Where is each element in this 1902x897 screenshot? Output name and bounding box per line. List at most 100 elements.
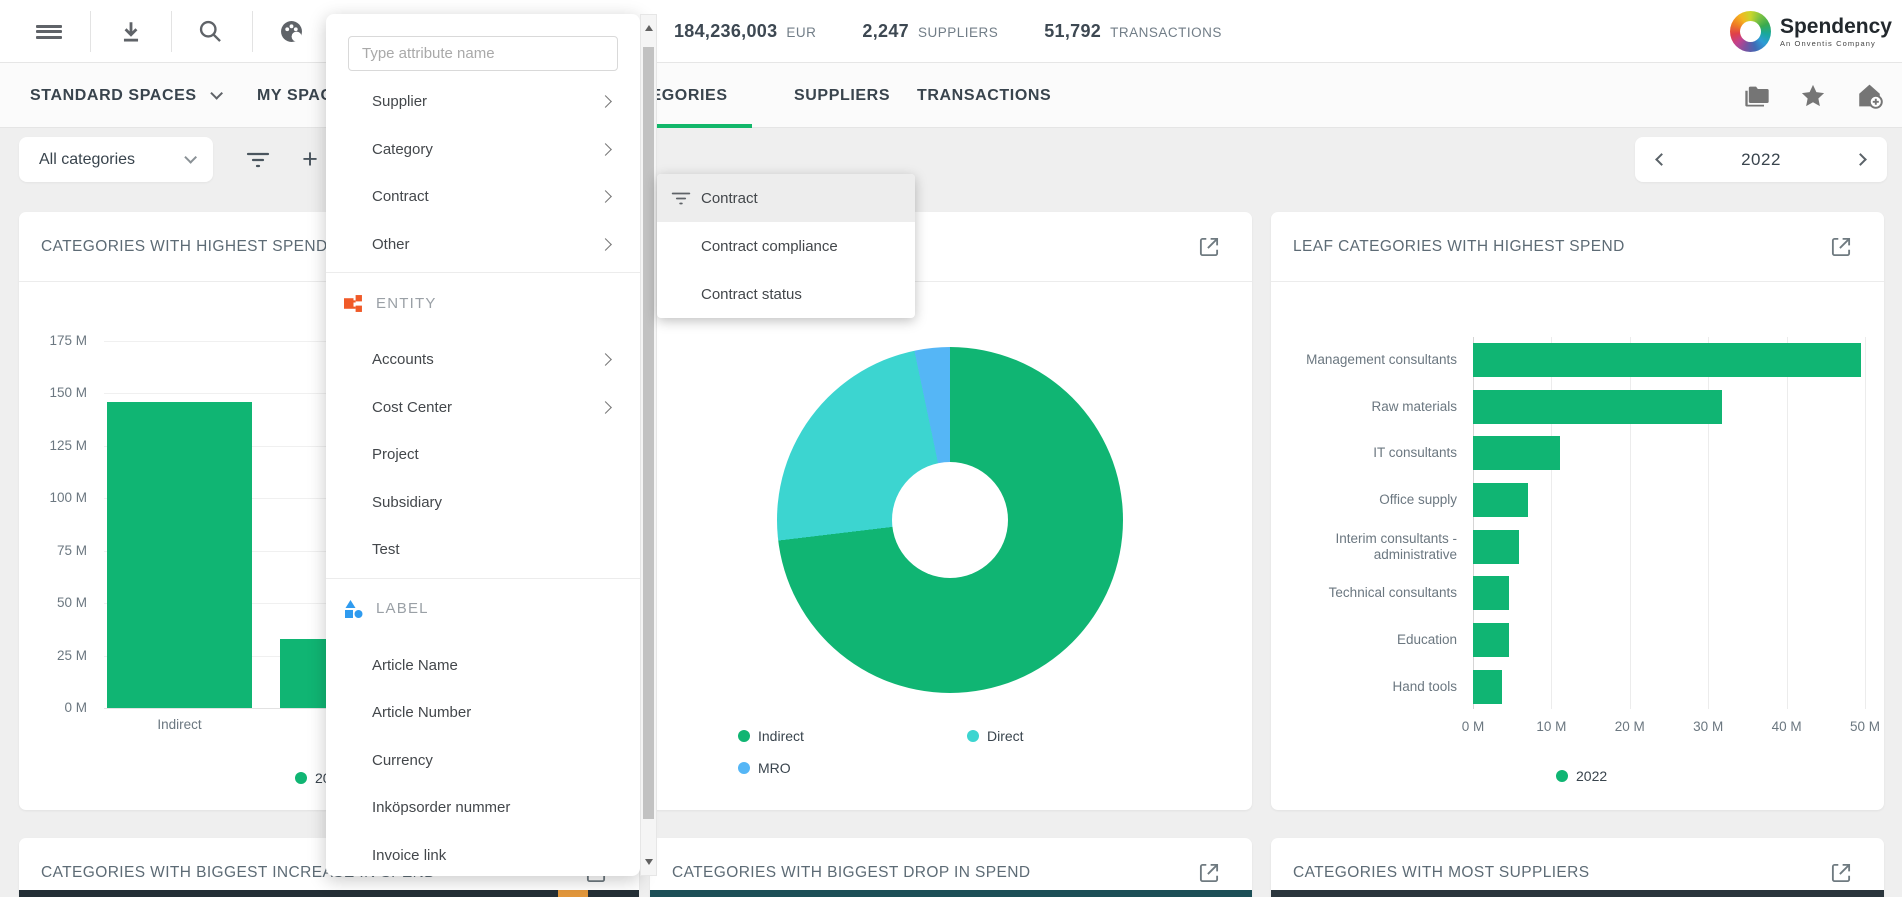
attribute-dropdown-panel: Supplier Category Contract Other ENTITY Acc… — [326, 14, 640, 876]
category-select-value: All categories — [39, 151, 135, 169]
search-icon[interactable] — [188, 0, 232, 63]
open-in-new-icon[interactable] — [1828, 860, 1854, 886]
bar-education — [1473, 623, 1509, 657]
menu-item-contract[interactable]: Contract — [326, 173, 640, 221]
menu-item-label: Subsidiary — [372, 494, 616, 511]
scrollbar-thumb[interactable] — [643, 47, 654, 819]
x-tick-label: 40 M — [1752, 719, 1822, 734]
chart-peek-strip — [19, 890, 639, 897]
standard-spaces-dropdown[interactable]: STANDARD SPACES — [30, 63, 219, 128]
palette-icon — [278, 18, 305, 45]
download-icon — [118, 19, 144, 45]
legend-dot — [738, 762, 750, 774]
menu-item-label: Contract — [372, 188, 601, 205]
menu-item-label: Accounts — [372, 351, 601, 368]
home-add-icon[interactable] — [1855, 81, 1884, 110]
hamburger-menu-icon[interactable] — [27, 0, 71, 63]
submenu-item-contract[interactable]: Contract — [657, 174, 915, 222]
open-in-new-icon[interactable] — [1196, 234, 1222, 260]
attribute-search-input[interactable] — [348, 36, 618, 71]
y-tick-label: 75 M — [25, 543, 87, 558]
scroll-up-icon[interactable] — [645, 25, 653, 31]
plus-icon: + — [302, 144, 318, 175]
menu-item-label: Article Number — [372, 704, 616, 721]
palette-icon[interactable] — [269, 0, 313, 63]
card-title: CATEGORIES WITH HIGHEST SPEND — [41, 212, 328, 282]
chart-peek-strip — [1271, 890, 1884, 897]
menu-item-label: Currency — [372, 752, 616, 769]
menu-item-accounts[interactable]: Accounts — [326, 336, 640, 384]
logo-name: Spendency — [1780, 16, 1892, 37]
menu-item-article-name[interactable]: Article Name — [326, 642, 640, 690]
logo-tagline: An Onventis Company — [1780, 39, 1892, 48]
tab-suppliers[interactable]: SUPPLIERS — [794, 63, 890, 128]
menu-item-other[interactable]: Other — [326, 221, 640, 269]
dropdown-scrollbar[interactable] — [640, 14, 657, 876]
menu-item-currency[interactable]: Currency — [326, 737, 640, 785]
submenu-item-contract-compliance[interactable]: Contract compliance — [657, 222, 915, 270]
menu-item-subsidiary[interactable]: Subsidiary — [326, 479, 640, 527]
menu-item-invoice-link[interactable]: Invoice link — [326, 832, 640, 880]
chart-legend: 2022 — [1556, 768, 1607, 784]
x-tick-label: 0 M — [1438, 719, 1508, 734]
bar-raw-materials — [1473, 390, 1722, 424]
open-in-new-icon[interactable] — [1828, 234, 1854, 260]
menu-item-label: Cost Center — [372, 399, 601, 416]
chevron-right-icon — [599, 190, 612, 203]
menu-item-label: Category — [372, 141, 601, 158]
menu-item-label: Other — [372, 236, 601, 253]
year-value: 2022 — [1741, 150, 1781, 170]
divider — [326, 272, 640, 273]
card-title: CATEGORIES WITH BIGGEST DROP IN SPEND — [672, 838, 1030, 897]
open-in-new-icon[interactable] — [1196, 860, 1222, 886]
category-label-raw-materials: Raw materials — [1285, 389, 1457, 425]
bar-technical-consultants — [1473, 576, 1509, 610]
filter-button[interactable] — [236, 137, 280, 182]
submenu-item-label: Contract compliance — [701, 238, 838, 255]
menu-item-category[interactable]: Category — [326, 126, 640, 174]
menu-item-cost-center[interactable]: Cost Center — [326, 384, 640, 432]
filter-icon — [246, 151, 270, 169]
donut-hole — [892, 462, 1008, 578]
scroll-down-icon[interactable] — [645, 859, 653, 865]
entity-icon — [344, 294, 363, 313]
menu-item-article-number[interactable]: Article Number — [326, 689, 640, 737]
legend-label: Direct — [987, 728, 1024, 744]
menu-item-test[interactable]: Test — [326, 526, 640, 574]
submenu-item-contract-status[interactable]: Contract status — [657, 270, 915, 318]
chevron-down-icon — [210, 87, 223, 100]
attribute-group-label: Article Name Article Number Currency Inköps… — [326, 642, 640, 880]
entity-header-label: ENTITY — [376, 295, 437, 312]
x-tick-label: 10 M — [1516, 719, 1586, 734]
stat-spend-value: 184,236,003 — [674, 21, 777, 42]
y-tick-label: 50 M — [25, 595, 87, 610]
menu-item-supplier[interactable]: Supplier — [326, 78, 640, 126]
bar-indirect — [107, 402, 252, 708]
tab-transactions[interactable]: TRANSACTIONS — [917, 63, 1051, 128]
download-icon[interactable] — [109, 0, 153, 63]
menu-item-project[interactable]: Project — [326, 431, 640, 479]
menu-item-label: Article Name — [372, 657, 616, 674]
x-tick-label: 20 M — [1595, 719, 1665, 734]
star-icon[interactable] — [1799, 82, 1827, 110]
legend-item-indirect: Indirect — [738, 728, 804, 744]
bar-office-supply — [1473, 483, 1528, 517]
previous-year-icon[interactable] — [1655, 153, 1668, 166]
entity-section-header: ENTITY — [326, 277, 640, 329]
standard-spaces-label: STANDARD SPACES — [30, 87, 197, 105]
category-select[interactable]: All categories — [19, 137, 213, 182]
bar-interim-consultants-administrative — [1473, 530, 1519, 564]
folders-icon[interactable] — [1743, 82, 1771, 110]
menu-item-ink-psorder-nummer[interactable]: Inköpsorder nummer — [326, 784, 640, 832]
label-header-label: LABEL — [376, 600, 429, 617]
card-title: LEAF CATEGORIES WITH HIGHEST SPEND — [1293, 212, 1625, 282]
divider — [252, 11, 253, 52]
gridline — [1787, 337, 1788, 709]
submenu-item-label: Contract status — [701, 286, 802, 303]
summary-stats: 184,236,003 EUR 2,247 SUPPLIERS 51,792 T… — [674, 0, 1222, 63]
next-year-icon[interactable] — [1854, 153, 1867, 166]
menu-item-label: Project — [372, 446, 616, 463]
label-section-header: LABEL — [326, 583, 640, 635]
menu-item-label: Test — [372, 541, 616, 558]
stat-spend-label: EUR — [786, 25, 816, 40]
